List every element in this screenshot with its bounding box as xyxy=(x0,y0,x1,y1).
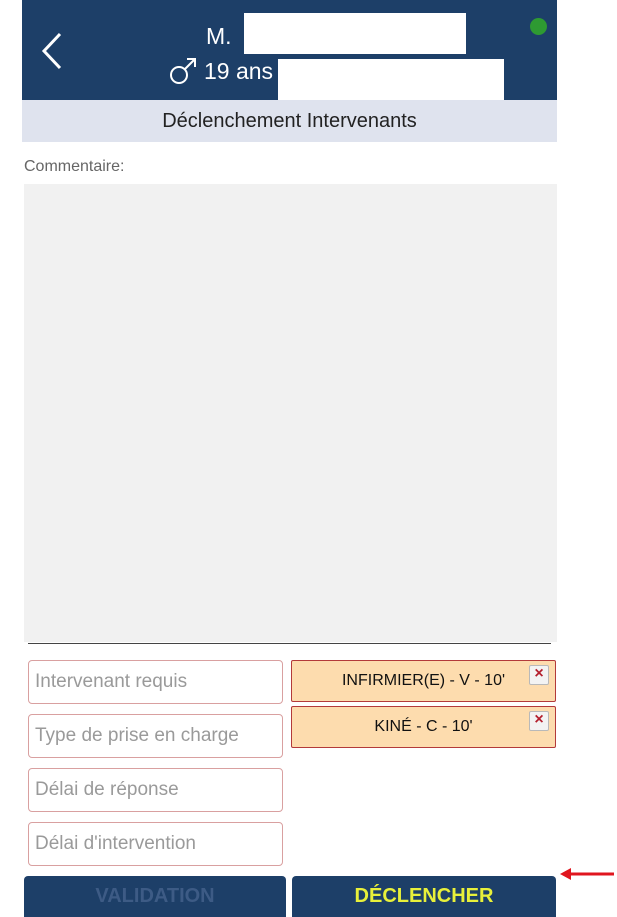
chevron-left-icon xyxy=(41,32,62,70)
close-icon[interactable]: × xyxy=(529,711,549,731)
section-title-bar: Déclenchement Intervenants xyxy=(22,100,557,142)
section-title: Déclenchement Intervenants xyxy=(162,109,417,132)
redacted-info-block xyxy=(278,59,504,100)
status-dot-icon xyxy=(530,18,547,35)
patient-header: M. 19 ans xyxy=(22,0,557,100)
validation-button[interactable]: VALIDATION xyxy=(24,876,286,917)
redacted-name-block xyxy=(244,13,466,54)
declencher-button[interactable]: DÉCLENCHER xyxy=(292,876,556,917)
intervenant-chip[interactable]: INFIRMIER(E) - V - 10' × xyxy=(291,660,556,702)
chip-label: INFIRMIER(E) - V - 10' xyxy=(341,672,506,689)
male-symbol-icon xyxy=(168,56,198,86)
patient-name: M. xyxy=(206,22,232,49)
back-button[interactable] xyxy=(32,26,72,76)
intervenant-chip[interactable]: KINÉ - C - 10' × xyxy=(291,706,556,748)
comment-textarea[interactable] xyxy=(24,184,557,642)
comment-underline xyxy=(28,643,551,644)
patient-name-row: M. xyxy=(206,20,232,52)
close-icon[interactable]: × xyxy=(529,665,549,685)
intervenant-requis-field[interactable]: Intervenant requis xyxy=(28,660,283,704)
delai-reponse-field[interactable]: Délai de réponse xyxy=(28,768,283,812)
delai-intervention-field[interactable]: Délai d'intervention xyxy=(28,822,283,866)
chip-label: KINÉ - C - 10' xyxy=(374,718,473,735)
comment-label: Commentaire: xyxy=(24,158,125,175)
patient-age-row: 19 ans xyxy=(168,56,273,86)
annotation-arrow-icon xyxy=(560,868,614,880)
app-screen: M. 19 ans Déclenchement Intervenants Com… xyxy=(22,0,557,917)
type-prise-en-charge-field[interactable]: Type de prise en charge xyxy=(28,714,283,758)
patient-age: 19 ans xyxy=(204,57,274,84)
